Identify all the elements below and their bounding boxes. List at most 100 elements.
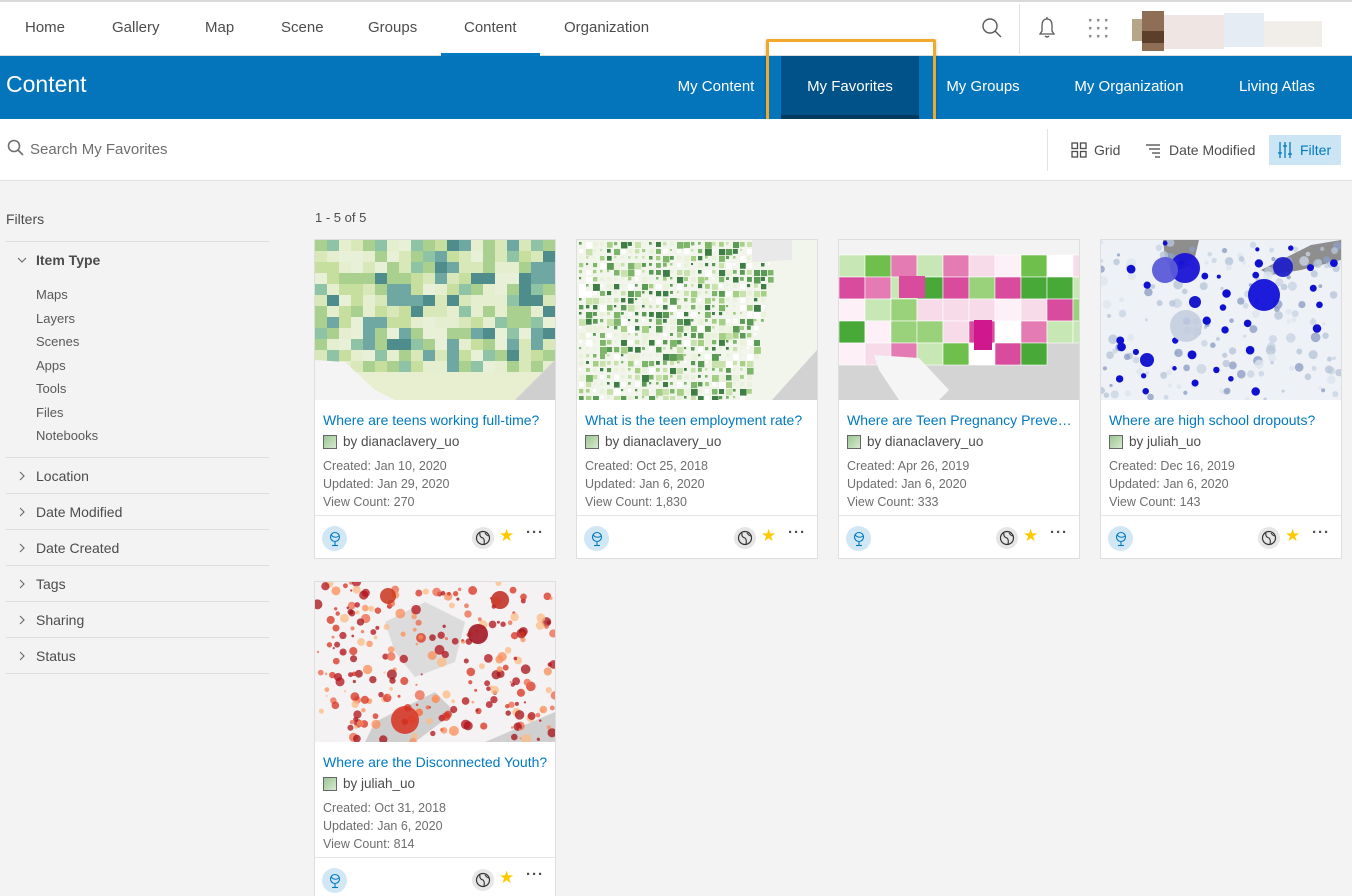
filter-option-scenes[interactable]: Scenes xyxy=(6,330,269,354)
search-button[interactable] xyxy=(978,14,1006,42)
tab-my-groups[interactable]: My Groups xyxy=(932,56,1034,119)
item-thumbnail[interactable] xyxy=(315,582,555,742)
filter-tags[interactable]: Tags xyxy=(6,565,269,601)
chevron-right-icon xyxy=(6,579,36,589)
sharing-status-button[interactable] xyxy=(734,527,756,549)
page-title: Content xyxy=(6,71,87,97)
item-thumbnail[interactable] xyxy=(1101,240,1341,400)
item-thumbnail[interactable] xyxy=(839,240,1079,400)
updated-date: Updated: Jan 6, 2020 xyxy=(847,477,967,491)
favorite-star-icon[interactable]: ★ xyxy=(1023,526,1038,546)
sharing-status-button[interactable] xyxy=(1258,527,1280,549)
owner-label[interactable]: by juliah_uo xyxy=(343,776,415,791)
sharing-status-button[interactable] xyxy=(996,527,1018,549)
open-in-viewer-button[interactable] xyxy=(322,868,347,893)
sharing-status-button[interactable] xyxy=(472,527,494,549)
nav-map[interactable]: Map xyxy=(205,2,234,56)
chevron-right-icon xyxy=(6,471,36,481)
more-options-button[interactable]: ··· xyxy=(788,524,806,541)
favorite-star-icon[interactable]: ★ xyxy=(499,868,514,888)
filter-status[interactable]: Status xyxy=(6,637,269,673)
tab-my-content[interactable]: My Content xyxy=(660,56,772,119)
favorite-star-icon[interactable]: ★ xyxy=(1285,526,1300,546)
results-count: 1 - 5 of 5 xyxy=(315,210,367,225)
owner-label[interactable]: by dianaclavery_uo xyxy=(605,434,721,449)
item-title-link[interactable]: Where are the Disconnected Youth? xyxy=(323,754,549,770)
sharing-header[interactable]: Sharing xyxy=(6,602,269,637)
map-thumbnail-image xyxy=(839,240,1079,400)
status-label: Status xyxy=(36,647,76,664)
owner-label[interactable]: by juliah_uo xyxy=(1129,434,1201,449)
search-input[interactable] xyxy=(30,135,530,163)
web-map-type-icon xyxy=(585,434,599,449)
search-icon xyxy=(7,139,24,156)
sort-icon xyxy=(1146,144,1160,158)
nav-home[interactable]: Home xyxy=(25,2,65,56)
filter-date-modified[interactable]: Date Modified xyxy=(6,493,269,529)
map-thumbnail-image xyxy=(577,240,817,400)
item-title-link[interactable]: Where are teens working full-time? xyxy=(323,412,549,428)
created-date: Created: Apr 26, 2019 xyxy=(847,459,970,473)
open-in-viewer-button[interactable] xyxy=(846,526,871,551)
view-count: View Count: 1,830 xyxy=(585,495,687,509)
filter-option-tools[interactable]: Tools xyxy=(6,377,269,401)
filter-option-maps[interactable]: Maps xyxy=(6,283,269,307)
card-actions: ★ ··· xyxy=(839,515,1079,559)
filter-option-files[interactable]: Files xyxy=(6,401,269,425)
filter-option-apps[interactable]: Apps xyxy=(6,354,269,378)
filter-button[interactable]: Filter xyxy=(1269,135,1341,165)
filter-sharing[interactable]: Sharing xyxy=(6,601,269,637)
updated-date: Updated: Jan 6, 2020 xyxy=(323,819,443,833)
tags-header[interactable]: Tags xyxy=(6,566,269,601)
globe-shared-icon xyxy=(475,530,491,546)
more-options-button[interactable]: ··· xyxy=(526,866,544,883)
tab-my-favorites[interactable]: My Favorites xyxy=(781,56,919,119)
chevron-right-icon xyxy=(6,651,36,661)
more-options-button[interactable]: ··· xyxy=(1312,524,1330,541)
filter-option-notebooks[interactable]: Notebooks xyxy=(6,424,269,448)
item-title-link[interactable]: Where are Teen Pregnancy Prevention... xyxy=(847,412,1073,428)
favorite-star-icon[interactable]: ★ xyxy=(761,526,776,546)
grid-view-button[interactable]: Grid xyxy=(1066,135,1125,165)
location-header[interactable]: Location xyxy=(6,458,269,493)
nav-organization[interactable]: Organization xyxy=(564,2,649,56)
nav-gallery[interactable]: Gallery xyxy=(112,2,160,56)
filter-location[interactable]: Location xyxy=(6,457,269,493)
nav-content[interactable]: Content xyxy=(441,2,539,56)
filter-option-layers[interactable]: Layers xyxy=(6,307,269,331)
more-options-button[interactable]: ··· xyxy=(526,524,544,541)
grid-icon xyxy=(1071,142,1087,158)
tags-label: Tags xyxy=(36,575,66,592)
item-title-link[interactable]: What is the teen employment rate? xyxy=(585,412,811,428)
tab-my-organization[interactable]: My Organization xyxy=(1056,56,1202,119)
nav-groups[interactable]: Groups xyxy=(368,2,417,56)
item-thumbnail[interactable] xyxy=(577,240,817,400)
open-in-viewer-button[interactable] xyxy=(584,526,609,551)
grid-label: Grid xyxy=(1094,142,1121,158)
user-menu[interactable] xyxy=(1132,11,1322,51)
item-type-header[interactable]: Item Type xyxy=(6,242,269,277)
globe-stand-icon xyxy=(591,531,602,546)
favorite-star-icon[interactable]: ★ xyxy=(499,526,514,546)
status-header[interactable]: Status xyxy=(6,638,269,673)
nav-scene[interactable]: Scene xyxy=(281,2,324,56)
more-options-button[interactable]: ··· xyxy=(1050,524,1068,541)
tab-living-atlas[interactable]: Living Atlas xyxy=(1224,56,1330,119)
notifications-button[interactable] xyxy=(1033,14,1061,42)
item-thumbnail[interactable] xyxy=(315,240,555,400)
sharing-label: Sharing xyxy=(36,611,85,628)
item-card: Where are teens working full-time? by di… xyxy=(314,239,556,559)
updated-date: Updated: Jan 6, 2020 xyxy=(1109,477,1229,491)
date-created-header[interactable]: Date Created xyxy=(6,530,269,565)
open-in-viewer-button[interactable] xyxy=(1108,526,1133,551)
filter-date-created[interactable]: Date Created xyxy=(6,529,269,565)
sort-button[interactable]: Date Modified xyxy=(1139,135,1260,165)
owner-label[interactable]: by dianaclavery_uo xyxy=(343,434,459,449)
item-title-link[interactable]: Where are high school dropouts? xyxy=(1109,412,1335,428)
sharing-status-button[interactable] xyxy=(472,869,494,891)
app-launcher-button[interactable] xyxy=(1084,14,1112,42)
open-in-viewer-button[interactable] xyxy=(322,526,347,551)
date-modified-header[interactable]: Date Modified xyxy=(6,494,269,529)
created-date: Created: Jan 10, 2020 xyxy=(323,459,447,473)
owner-label[interactable]: by dianaclavery_uo xyxy=(867,434,983,449)
